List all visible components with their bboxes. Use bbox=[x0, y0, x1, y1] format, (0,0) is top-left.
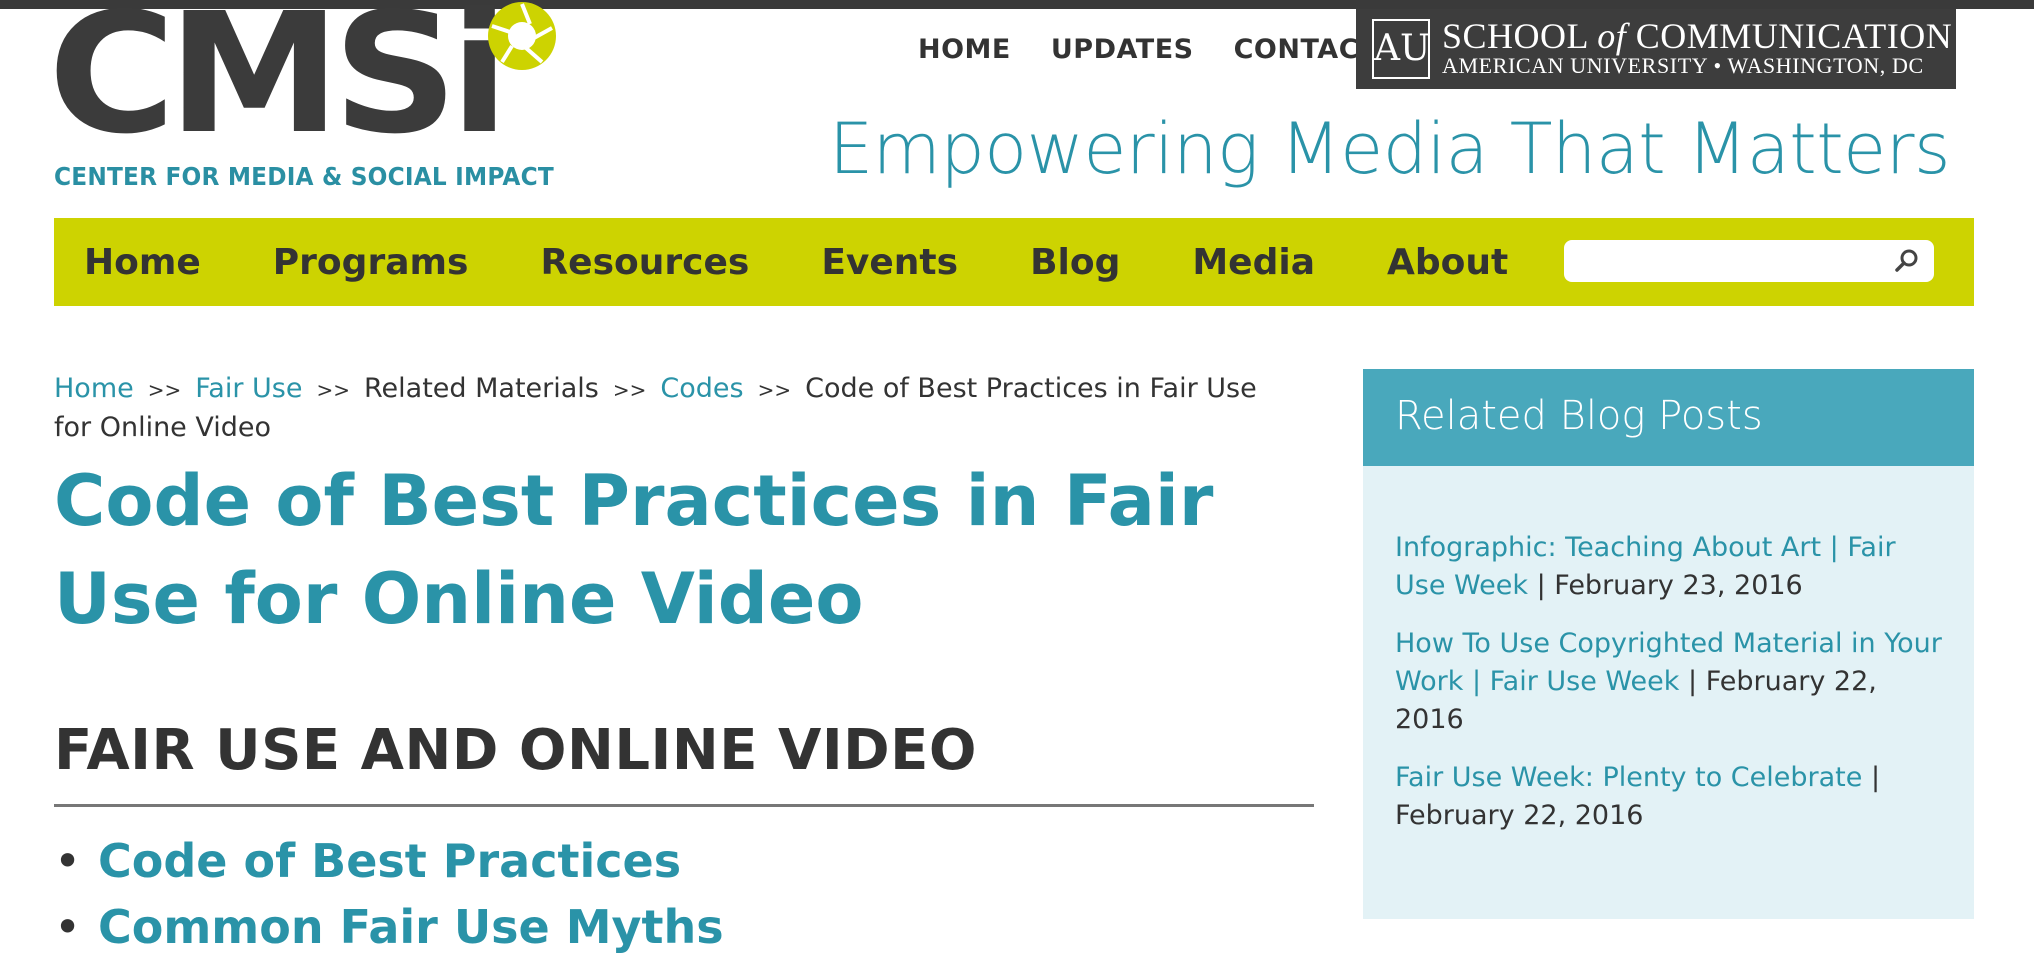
post-link[interactable]: Fair Use Week: Plenty to Celebrate bbox=[1395, 762, 1862, 793]
related-posts-list: Infographic: Teaching About Art | Fair U… bbox=[1395, 529, 1951, 855]
school-name: SCHOOL of COMMUNICATION bbox=[1442, 16, 1953, 56]
utility-nav-updates[interactable]: UPDATES bbox=[1051, 34, 1194, 65]
list-item: Code of Best Practices bbox=[54, 828, 724, 894]
utility-nav-home[interactable]: HOME bbox=[918, 34, 1011, 65]
main-nav-events[interactable]: Events bbox=[821, 242, 958, 283]
search-box bbox=[1564, 240, 1934, 282]
site-slogan: Empowering Media That Matters bbox=[828, 108, 1951, 190]
link-common-fair-use-myths[interactable]: Common Fair Use Myths bbox=[98, 900, 724, 954]
logo-tagline: CENTER FOR MEDIA & SOCIAL IMPACT bbox=[54, 162, 554, 191]
section-divider bbox=[54, 804, 1314, 807]
section-link-list: Code of Best Practices Common Fair Use M… bbox=[54, 828, 724, 954]
breadcrumb: Home >> Fair Use >> Related Materials >> Codes… bbox=[54, 370, 1294, 447]
breadcrumb-separator: >> bbox=[316, 378, 350, 402]
section-heading: FAIR USE AND ONLINE VIDEO bbox=[54, 718, 977, 783]
main-nav: Home Programs Resources Events Blog Medi… bbox=[54, 218, 1974, 306]
post-date: February 22, 2016 bbox=[1395, 800, 1644, 831]
breadcrumb-separator: >> bbox=[147, 378, 182, 402]
list-item: How To Use Copyrighted Material in Your … bbox=[1395, 628, 1942, 735]
breadcrumb-related-materials: Related Materials bbox=[364, 373, 599, 404]
breadcrumb-codes[interactable]: Codes bbox=[660, 373, 743, 404]
breadcrumb-separator: >> bbox=[757, 378, 792, 402]
cmsi-logo[interactable]: CMSi CENTER FOR MEDIA & SOCIAL IMPACT bbox=[48, 0, 564, 204]
main-nav-programs[interactable]: Programs bbox=[273, 242, 469, 283]
camera-aperture-icon bbox=[488, 2, 556, 70]
main-nav-blog[interactable]: Blog bbox=[1030, 242, 1120, 283]
post-date: February 23, 2016 bbox=[1554, 570, 1803, 601]
breadcrumb-home[interactable]: Home bbox=[54, 373, 134, 404]
breadcrumb-fair-use[interactable]: Fair Use bbox=[195, 373, 302, 404]
university-location: AMERICAN UNIVERSITY • WASHINGTON, DC bbox=[1442, 53, 1924, 78]
main-nav-home[interactable]: Home bbox=[84, 242, 201, 283]
main-nav-media[interactable]: Media bbox=[1192, 242, 1315, 283]
list-item: Fair Use Week: Plenty to Celebrate | Feb… bbox=[1395, 762, 1881, 831]
breadcrumb-separator: >> bbox=[612, 378, 647, 402]
utility-nav: HOME UPDATES CONTACT bbox=[918, 34, 1378, 65]
search-input[interactable] bbox=[1576, 244, 1876, 278]
sidebar-title: Related Blog Posts bbox=[1363, 369, 1974, 466]
main-nav-about[interactable]: About bbox=[1387, 242, 1508, 283]
logo-wordmark: CMSi bbox=[48, 0, 509, 171]
main-nav-resources[interactable]: Resources bbox=[540, 242, 749, 283]
list-item: Infographic: Teaching About Art | Fair U… bbox=[1395, 532, 1896, 601]
page-title: Code of Best Practices in Fair Use for O… bbox=[54, 460, 1214, 640]
related-blog-posts-panel: Related Blog Posts Infographic: Teaching… bbox=[1363, 369, 1974, 919]
list-item: Common Fair Use Myths bbox=[54, 894, 724, 954]
au-emblem-icon: AU bbox=[1372, 19, 1430, 79]
school-of-communication-badge[interactable]: AU SCHOOL of COMMUNICATION AMERICAN UNIV… bbox=[1356, 9, 1956, 89]
link-code-of-best-practices[interactable]: Code of Best Practices bbox=[98, 834, 681, 888]
search-icon[interactable] bbox=[1894, 248, 1920, 274]
